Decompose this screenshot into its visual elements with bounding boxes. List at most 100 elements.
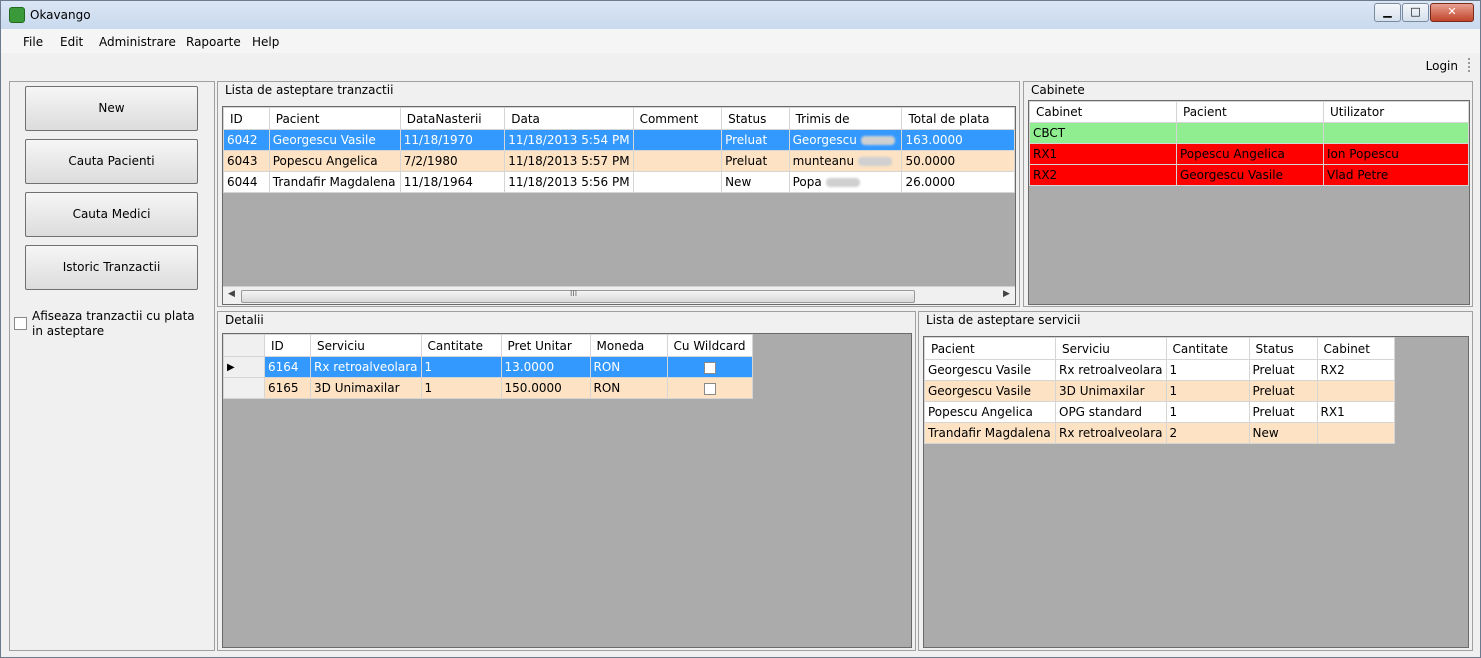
cell-status: Preluat — [1248, 401, 1318, 423]
scroll-thumb[interactable]: III — [241, 289, 915, 303]
cauta-pacienti-button[interactable]: Cauta Pacienti — [25, 139, 198, 184]
table-row[interactable]: 6165 3D Unimaxilar 1 150.0000 RON — [223, 377, 753, 399]
col-id[interactable]: ID — [223, 107, 270, 130]
table-row[interactable]: 6042 Georgescu Vasile 11/18/1970 11/18/2… — [223, 129, 1015, 151]
col-cabinet[interactable]: Cabinet — [1029, 101, 1177, 123]
cell-serviciu: Rx retroalveolara — [1055, 422, 1167, 444]
cell-cabinet — [1316, 422, 1395, 444]
cell-cabinet: RX1 — [1316, 401, 1395, 423]
col-serviciu[interactable]: Serviciu — [310, 334, 422, 357]
col-cu-wildcard[interactable]: Cu Wildcard — [666, 334, 753, 357]
table-row[interactable]: CBCT — [1029, 122, 1469, 144]
detalii-title: Detalii — [224, 313, 265, 327]
menu-bar: File Edit Administrare Rapoarte Help — [1, 29, 1480, 53]
cell-total: 26.0000 — [901, 171, 1015, 193]
table-row[interactable]: ▶ 6164 Rx retroalveolara 1 13.0000 RON — [223, 356, 753, 378]
wildcard-checkbox[interactable] — [703, 382, 716, 395]
scroll-left-icon[interactable]: ◀ — [228, 289, 235, 299]
cell-cantitate: 1 — [420, 356, 502, 378]
redacted-name — [860, 136, 895, 145]
scroll-right-icon[interactable]: ▶ — [1003, 289, 1010, 299]
login-button[interactable]: Login — [1426, 59, 1458, 73]
cell-status: Preluat — [721, 150, 790, 172]
plata-asteptare-checkbox[interactable] — [14, 317, 27, 330]
menu-file[interactable]: File — [23, 35, 43, 49]
menu-administrare[interactable]: Administrare — [99, 35, 176, 49]
table-row[interactable]: Popescu Angelica OPG standard 1 Preluat … — [924, 401, 1395, 423]
close-button[interactable]: ✕ — [1430, 3, 1474, 22]
trimis-de-text: munteanu — [792, 154, 855, 168]
table-row[interactable]: Trandafir Magdalena Rx retroalveolara 2 … — [924, 422, 1395, 444]
col-trimis-de[interactable]: Trimis de — [788, 107, 903, 130]
col-serviciu[interactable]: Serviciu — [1055, 337, 1167, 360]
toolbar-grip — [1468, 58, 1472, 72]
cell-id: 6044 — [223, 171, 270, 193]
cell-utilizator: Vlad Petre — [1323, 164, 1469, 186]
row-header-corner — [223, 334, 265, 357]
cell-serviciu: Rx retroalveolara — [310, 356, 422, 378]
table-header-row: Pacient Serviciu Cantitate Status Cabine… — [924, 337, 1395, 360]
menu-edit[interactable]: Edit — [60, 35, 83, 49]
cell-cabinet: CBCT — [1029, 122, 1177, 144]
main-window: Okavango ▁ □ ✕ File Edit Administrare Ra… — [0, 0, 1481, 658]
table-row[interactable]: Georgescu Vasile Rx retroalveolara 1 Pre… — [924, 359, 1395, 381]
cell-id: 6042 — [223, 129, 270, 151]
new-button[interactable]: New — [25, 86, 198, 131]
table-row[interactable]: Georgescu Vasile 3D Unimaxilar 1 Preluat — [924, 380, 1395, 402]
col-cantitate[interactable]: Cantitate — [420, 334, 502, 357]
servicii-table: Pacient Serviciu Cantitate Status Cabine… — [924, 337, 1395, 444]
servicii-grid: Pacient Serviciu Cantitate Status Cabine… — [923, 336, 1469, 648]
window-title: Okavango — [30, 8, 91, 22]
servicii-title: Lista de asteptare servicii — [925, 313, 1082, 327]
col-utilizator[interactable]: Utilizator — [1323, 101, 1469, 123]
col-id[interactable]: ID — [264, 334, 311, 357]
col-pacient[interactable]: Pacient — [924, 337, 1056, 360]
cell-status: Preluat — [1248, 359, 1318, 381]
menu-rapoarte[interactable]: Rapoarte — [186, 35, 241, 49]
col-pacient[interactable]: Pacient — [1176, 101, 1324, 123]
cell-trimis-de: Popa — [788, 171, 903, 193]
tranzactii-group: Lista de asteptare tranzactii ID Pacient… — [217, 81, 1020, 307]
table-row[interactable]: 6043 Popescu Angelica 7/2/1980 11/18/201… — [223, 150, 1015, 172]
cell-pret: 13.0000 — [500, 356, 591, 378]
redacted-name — [825, 178, 860, 187]
col-pacient[interactable]: Pacient — [268, 107, 401, 130]
app-icon — [9, 7, 25, 23]
cell-trimis-de: munteanu — [788, 150, 903, 172]
tranzactii-hscrollbar[interactable]: ◀ III ▶ — [223, 286, 1015, 304]
cauta-medici-button[interactable]: Cauta Medici — [25, 192, 198, 237]
detalii-grid: ID Serviciu Cantitate Pret Unitar Moneda… — [222, 333, 912, 648]
tranzactii-grid: ID Pacient DataNasterii Data Comment Sta… — [222, 106, 1016, 305]
cell-moneda: RON — [589, 377, 668, 399]
col-pret-unitar[interactable]: Pret Unitar — [500, 334, 591, 357]
maximize-button[interactable]: □ — [1402, 3, 1429, 22]
col-moneda[interactable]: Moneda — [589, 334, 668, 357]
col-cantitate[interactable]: Cantitate — [1165, 337, 1250, 360]
left-panel: New Cauta Pacienti Cauta Medici Istoric … — [9, 81, 215, 651]
cell-cantitate: 1 — [1165, 401, 1250, 423]
plata-asteptare-label: Afiseaza tranzactii cu plata in asteptar… — [32, 309, 195, 338]
menu-help[interactable]: Help — [252, 35, 279, 49]
trimis-de-text: Georgescu — [792, 133, 857, 147]
col-cabinet[interactable]: Cabinet — [1316, 337, 1395, 360]
col-total[interactable]: Total de plata — [901, 107, 1015, 130]
col-data[interactable]: Data — [504, 107, 634, 130]
cell-status: Preluat — [721, 129, 790, 151]
table-row[interactable]: RX2 Georgescu Vasile Vlad Petre — [1029, 164, 1469, 186]
table-row[interactable]: 6044 Trandafir Magdalena 11/18/1964 11/1… — [223, 171, 1015, 193]
cell-serviciu: 3D Unimaxilar — [310, 377, 422, 399]
cell-pacient — [1176, 122, 1324, 144]
cell-status: New — [1248, 422, 1318, 444]
cell-cabinet — [1316, 380, 1395, 402]
minimize-button[interactable]: ▁ — [1374, 3, 1401, 22]
detalii-group: Detalii ID Serviciu Cantitate Pret Unita… — [217, 311, 916, 651]
istoric-tranzactii-button[interactable]: Istoric Tranzactii — [25, 245, 198, 290]
cell-cantitate: 2 — [1165, 422, 1250, 444]
col-data-nasterii[interactable]: DataNasterii — [399, 107, 506, 130]
col-status[interactable]: Status — [1248, 337, 1318, 360]
table-row[interactable]: RX1 Popescu Angelica Ion Popescu — [1029, 143, 1469, 165]
col-comment[interactable]: Comment — [632, 107, 723, 130]
col-status[interactable]: Status — [721, 107, 790, 130]
wildcard-checkbox[interactable] — [703, 361, 716, 374]
tranzactii-table: ID Pacient DataNasterii Data Comment Sta… — [223, 107, 1015, 193]
